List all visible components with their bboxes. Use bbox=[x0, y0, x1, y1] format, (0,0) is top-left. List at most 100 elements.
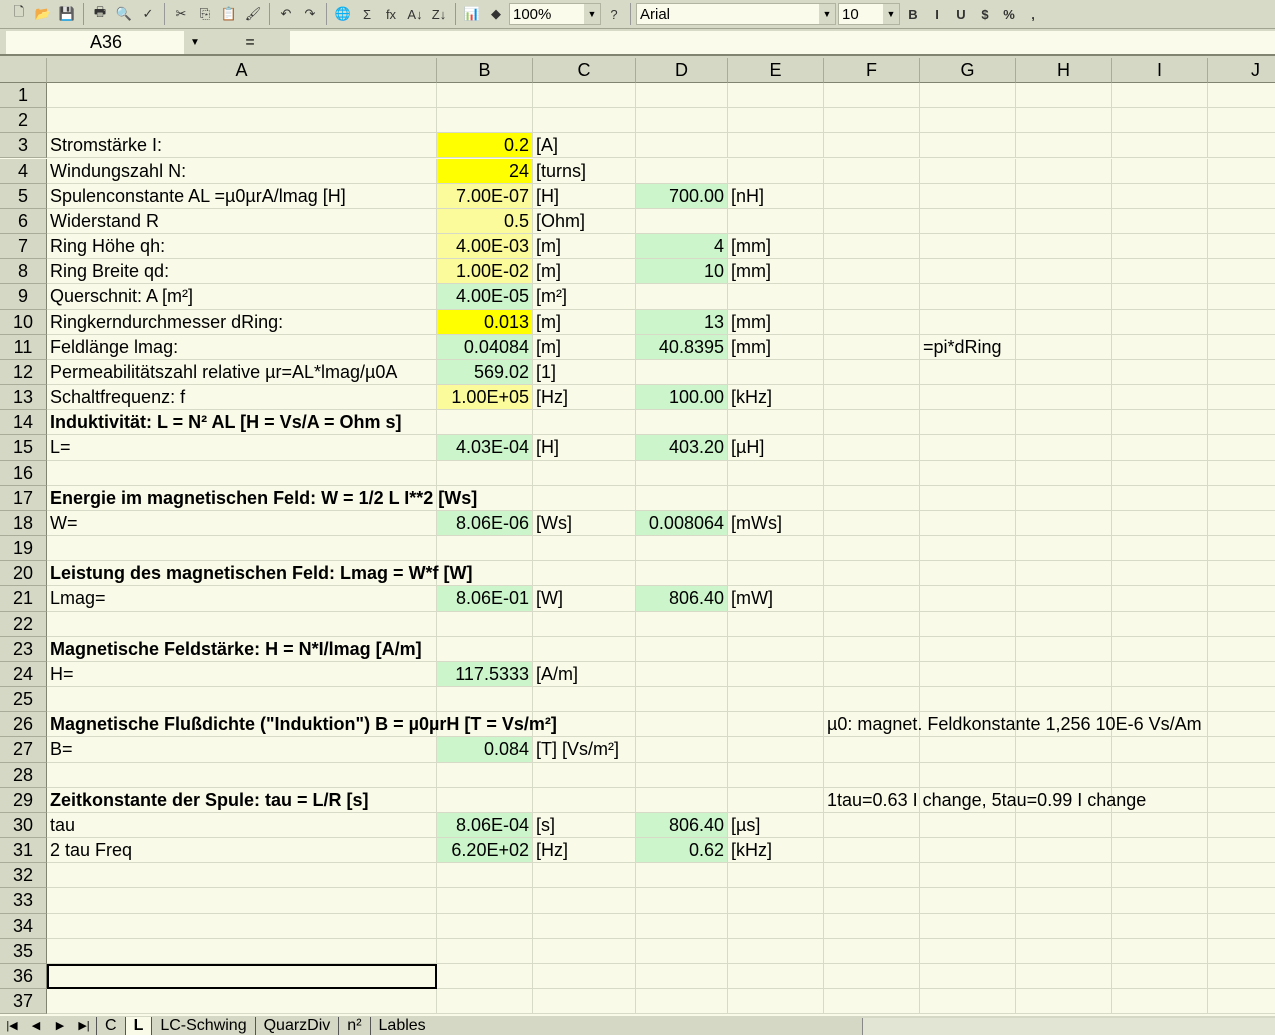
cell-J8[interactable] bbox=[1208, 259, 1275, 285]
cell-G4[interactable] bbox=[920, 158, 1016, 184]
column-header-C[interactable]: C bbox=[533, 58, 636, 83]
cell-D26[interactable] bbox=[636, 712, 728, 738]
cell-D32[interactable] bbox=[636, 863, 728, 889]
cell-H16[interactable] bbox=[1016, 460, 1112, 486]
row-header[interactable]: 30 bbox=[0, 812, 47, 839]
cell-D24[interactable] bbox=[636, 661, 728, 688]
cell-G6[interactable] bbox=[920, 208, 1016, 234]
cell-B8[interactable]: 1.00E-02 bbox=[437, 259, 533, 285]
column-header-I[interactable]: I bbox=[1112, 58, 1208, 83]
cell-E25[interactable] bbox=[728, 687, 824, 713]
cell-E13[interactable]: [kHz] bbox=[728, 385, 824, 411]
row-header[interactable]: 35 bbox=[0, 938, 47, 964]
cell-G35[interactable] bbox=[920, 938, 1016, 964]
cell-E6[interactable] bbox=[728, 208, 824, 234]
open-icon[interactable]: 📂 bbox=[32, 3, 54, 25]
cell-B29[interactable] bbox=[437, 787, 533, 813]
row-header[interactable]: 1 bbox=[0, 83, 47, 109]
cell-C30[interactable]: [s] bbox=[533, 812, 636, 839]
horizontal-scrollbar[interactable] bbox=[862, 1018, 1275, 1035]
format-button-5[interactable]: , bbox=[1022, 3, 1044, 25]
row-header[interactable]: 7 bbox=[0, 234, 47, 260]
cell-H9[interactable] bbox=[1016, 284, 1112, 310]
cell-B11[interactable]: 0.04084 bbox=[437, 334, 533, 360]
cell-F20[interactable] bbox=[824, 561, 920, 587]
cell-F21[interactable] bbox=[824, 586, 920, 612]
cell-G37[interactable] bbox=[920, 989, 1016, 1015]
cell-A6[interactable]: Widerstand R bbox=[47, 208, 437, 234]
cell-A17[interactable]: Energie im magnetischen Feld: W = 1/2 L … bbox=[47, 485, 477, 511]
cell-C17[interactable] bbox=[533, 485, 636, 511]
chevron-down-icon[interactable]: ▼ bbox=[584, 4, 600, 24]
cell-G32[interactable] bbox=[920, 863, 1016, 889]
cell-J20[interactable] bbox=[1208, 561, 1275, 587]
cell-H32[interactable] bbox=[1016, 863, 1112, 889]
cell-I1[interactable] bbox=[1112, 83, 1208, 109]
cell-E15[interactable]: [µH] bbox=[728, 435, 824, 461]
row-header[interactable]: 2 bbox=[0, 108, 47, 134]
cell-C35[interactable] bbox=[533, 938, 636, 964]
cell-H25[interactable] bbox=[1016, 687, 1112, 713]
cell-D6[interactable] bbox=[636, 208, 728, 234]
row-header[interactable]: 22 bbox=[0, 611, 47, 637]
font-select[interactable]: Arial ▼ bbox=[636, 3, 836, 25]
cell-A2[interactable] bbox=[47, 108, 437, 134]
cell-A30[interactable]: tau bbox=[47, 812, 437, 839]
cell-C8[interactable]: [m] bbox=[533, 259, 636, 285]
cell-B36[interactable] bbox=[437, 963, 533, 990]
cell-D35[interactable] bbox=[636, 938, 728, 964]
cell-G27[interactable] bbox=[920, 737, 1016, 763]
cell-H4[interactable] bbox=[1016, 158, 1112, 184]
cell-E23[interactable] bbox=[728, 636, 824, 662]
cell-F14[interactable] bbox=[824, 410, 920, 436]
cell-E35[interactable] bbox=[728, 938, 824, 964]
row-header[interactable]: 10 bbox=[0, 309, 47, 335]
cell-B4[interactable]: 24 bbox=[437, 158, 533, 184]
row-header[interactable]: 15 bbox=[0, 435, 47, 461]
cell-B23[interactable] bbox=[437, 636, 533, 662]
cell-J27[interactable] bbox=[1208, 737, 1275, 763]
cell-E32[interactable] bbox=[728, 863, 824, 889]
cell-F19[interactable] bbox=[824, 536, 920, 562]
column-header-B[interactable]: B bbox=[437, 58, 533, 83]
cell-E2[interactable] bbox=[728, 108, 824, 134]
cell-B6[interactable]: 0.5 bbox=[437, 208, 533, 234]
cell-E3[interactable] bbox=[728, 133, 824, 159]
cell-F27[interactable] bbox=[824, 737, 920, 763]
row-header[interactable]: 18 bbox=[0, 510, 47, 537]
row-header[interactable]: 4 bbox=[0, 158, 47, 184]
cell-F4[interactable] bbox=[824, 158, 920, 184]
format-button-2[interactable]: U bbox=[950, 3, 972, 25]
cell-E19[interactable] bbox=[728, 536, 824, 562]
cell-A22[interactable] bbox=[47, 611, 437, 637]
column-header-F[interactable]: F bbox=[824, 58, 920, 83]
cell-E20[interactable] bbox=[728, 561, 824, 587]
cell-J33[interactable] bbox=[1208, 888, 1275, 914]
cell-C6[interactable]: [Ohm] bbox=[533, 208, 636, 234]
cell-D4[interactable] bbox=[636, 158, 728, 184]
cell-B24[interactable]: 117.5333 bbox=[437, 661, 533, 688]
row-header[interactable]: 20 bbox=[0, 561, 47, 587]
cell-E30[interactable]: [µs] bbox=[728, 812, 824, 839]
cell-E36[interactable] bbox=[728, 963, 824, 990]
cell-A31[interactable]: 2 tau Freq bbox=[47, 838, 437, 864]
cell-H19[interactable] bbox=[1016, 536, 1112, 562]
cell-D15[interactable]: 403.20 bbox=[636, 435, 728, 461]
sheet-tab-0[interactable]: C bbox=[96, 1016, 125, 1035]
cell-J35[interactable] bbox=[1208, 939, 1275, 964]
cell-H33[interactable] bbox=[1016, 888, 1112, 914]
cell-H21[interactable] bbox=[1016, 586, 1112, 612]
row-header[interactable]: 27 bbox=[0, 737, 47, 763]
cell-A3[interactable]: Stromstärke I: bbox=[47, 133, 437, 159]
column-header-H[interactable]: H bbox=[1016, 58, 1112, 83]
cell-A11[interactable]: Feldlänge lmag: bbox=[47, 334, 437, 360]
cell-J3[interactable] bbox=[1208, 133, 1275, 159]
cell-J16[interactable] bbox=[1208, 461, 1275, 486]
cell-H35[interactable] bbox=[1016, 938, 1112, 964]
cell-F22[interactable] bbox=[824, 611, 920, 637]
cell-B35[interactable] bbox=[437, 938, 533, 964]
cell-H30[interactable] bbox=[1016, 812, 1112, 839]
cell-B1[interactable] bbox=[437, 83, 533, 109]
format-painter-icon[interactable]: 🖌 bbox=[242, 3, 264, 25]
cell-C11[interactable]: [m] bbox=[533, 334, 636, 360]
